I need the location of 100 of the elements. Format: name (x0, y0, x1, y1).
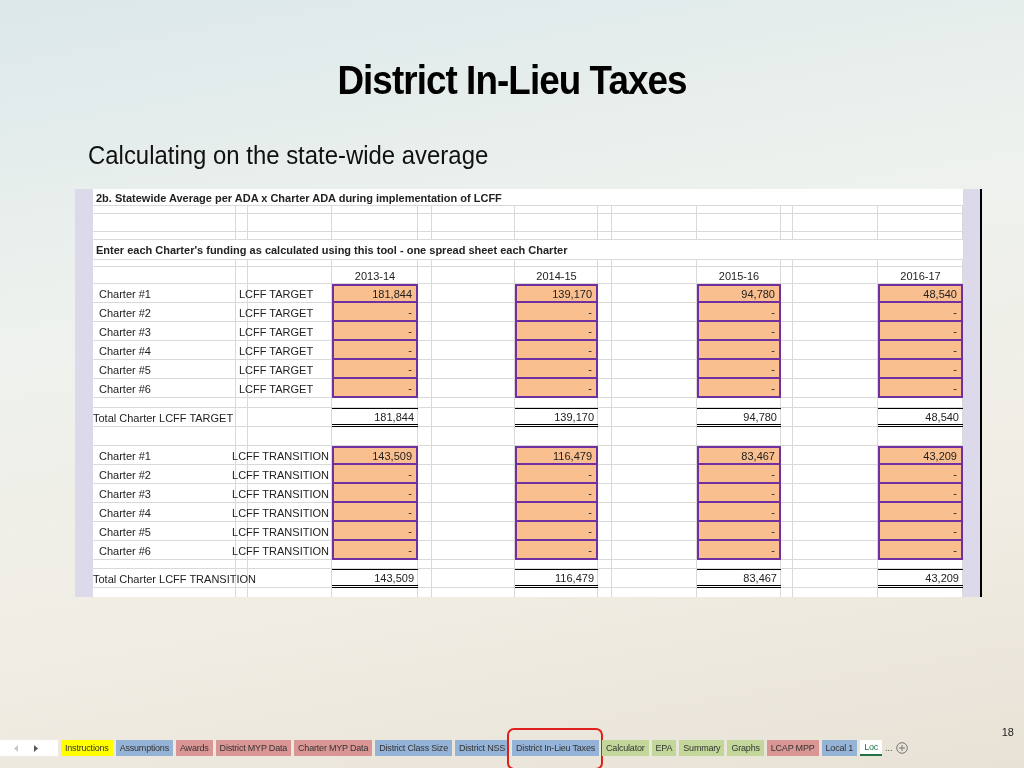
sheet-tab[interactable]: EPA (651, 740, 677, 756)
input-cell: - (878, 484, 963, 503)
year-header: 2015-16 (718, 269, 760, 282)
input-cell: - (697, 379, 781, 398)
sheet-tab[interactable]: Local 1 (821, 740, 858, 756)
sheet-tab[interactable]: District MYP Data (215, 740, 292, 756)
row-label: LCFF TARGET (239, 344, 314, 357)
input-cell: - (332, 303, 418, 322)
row-label: LCFF TRANSITION (232, 468, 329, 481)
more-tabs[interactable]: ... (885, 743, 893, 753)
sheet-tab[interactable]: Charter MYP Data (294, 740, 373, 756)
total-label: Total Charter LCFF TRANSITION (93, 572, 256, 585)
input-cell: - (697, 341, 781, 360)
input-cell: - (332, 541, 418, 560)
slide-title: District In-Lieu Taxes (336, 57, 688, 104)
sheet-tab[interactable]: District Class Size (375, 740, 452, 756)
row-label: LCFF TRANSITION (232, 506, 329, 519)
input-cell: - (332, 465, 418, 484)
row-label: LCFF TRANSITION (232, 487, 329, 500)
sheet-tab[interactable]: Summary (679, 740, 725, 756)
input-cell: - (332, 379, 418, 398)
input-cell: - (878, 322, 963, 341)
year-header: 2014-15 (536, 269, 577, 282)
input-cell: 181,844 (332, 284, 418, 303)
input-cell: - (878, 360, 963, 379)
input-cell: - (697, 322, 781, 341)
input-cell: 83,467 (697, 446, 781, 465)
add-sheet-icon[interactable] (895, 742, 908, 754)
row-label: LCFF TARGET (239, 287, 314, 300)
input-cell: - (332, 503, 418, 522)
row-label: LCFF TRANSITION (232, 525, 329, 538)
input-cell: - (515, 484, 598, 503)
row-label: LCFF TARGET (239, 363, 314, 376)
input-cell: 116,479 (515, 446, 598, 465)
input-cell: - (515, 541, 598, 560)
input-cell: - (515, 465, 598, 484)
sheet-heading: 2b. Statewide Average per ADA x Charter ADA during implementation of LCFF (95, 190, 503, 206)
page-number: 18 (1001, 726, 1014, 738)
sheet-tab[interactable]: District In-Lieu Taxes (512, 740, 600, 756)
total-cell: 116,479 (515, 569, 598, 588)
input-cell: - (515, 303, 598, 322)
total-cell: 139,170 (515, 408, 598, 427)
input-cell: - (697, 465, 781, 484)
input-cell: - (332, 360, 418, 379)
total-cell: 181,844 (332, 408, 418, 427)
row-label: LCFF TARGET (239, 306, 314, 319)
row-label: Charter #4 (98, 506, 151, 519)
input-cell: 43,209 (878, 446, 963, 465)
sheet-tab[interactable]: LCAP MPP (766, 740, 819, 756)
input-cell: - (697, 541, 781, 560)
sheet-tab[interactable]: Assumptions (115, 740, 173, 756)
row-label: LCFF TRANSITION (232, 449, 329, 462)
input-cell: - (697, 303, 781, 322)
input-cell: - (515, 341, 598, 360)
input-cell: - (878, 465, 963, 484)
row-label: Charter #1 (98, 449, 151, 462)
row-label: Charter #4 (98, 344, 151, 357)
row-label: Charter #6 (98, 382, 151, 395)
input-cell: - (697, 360, 781, 379)
row-label: Charter #1 (98, 287, 151, 300)
total-cell: 143,509 (332, 569, 418, 588)
row-label: LCFF TARGET (239, 382, 314, 395)
input-cell: - (697, 484, 781, 503)
row-label: Charter #2 (98, 306, 151, 319)
input-cell: - (878, 522, 963, 541)
row-label: LCFF TARGET (239, 325, 314, 338)
row-label: Charter #2 (98, 468, 151, 481)
total-cell: 83,467 (697, 569, 781, 588)
input-cell: 94,780 (697, 284, 781, 303)
input-cell: - (332, 522, 418, 541)
input-cell: - (878, 541, 963, 560)
input-cell: 48,540 (878, 284, 963, 303)
input-cell: - (332, 322, 418, 341)
row-label: LCFF TRANSITION (232, 544, 329, 557)
input-cell: - (878, 503, 963, 522)
row-label: Charter #5 (98, 525, 151, 538)
year-header: 2016-17 (900, 269, 941, 282)
row-label: Charter #3 (98, 325, 151, 338)
input-cell: - (515, 503, 598, 522)
input-cell: - (515, 379, 598, 398)
input-cell: 139,170 (515, 284, 598, 303)
input-cell: - (515, 360, 598, 379)
sheet-tab[interactable]: Graphs (727, 740, 764, 756)
total-cell: 94,780 (697, 408, 781, 427)
sheet-tab[interactable]: Awards (175, 740, 213, 756)
input-cell: - (878, 303, 963, 322)
scroll-right-icon[interactable] (33, 744, 38, 752)
sheet-tab[interactable]: Instructions (61, 740, 113, 756)
sheet-tab[interactable]: Loc (860, 740, 883, 756)
input-cell: - (332, 484, 418, 503)
row-label: Charter #6 (98, 544, 151, 557)
slide-subtitle: Calculating on the state-wide average (88, 139, 490, 172)
sheet-tab[interactable]: Calculator (602, 740, 649, 756)
input-cell: - (332, 341, 418, 360)
input-cell: - (878, 379, 963, 398)
total-label: Total Charter LCFF TARGET (93, 411, 234, 424)
row-label: Charter #3 (98, 487, 151, 500)
year-header: 2013-14 (354, 269, 396, 282)
sheet-tab[interactable]: District NSS (454, 740, 510, 756)
scroll-left-icon[interactable] (14, 744, 19, 752)
